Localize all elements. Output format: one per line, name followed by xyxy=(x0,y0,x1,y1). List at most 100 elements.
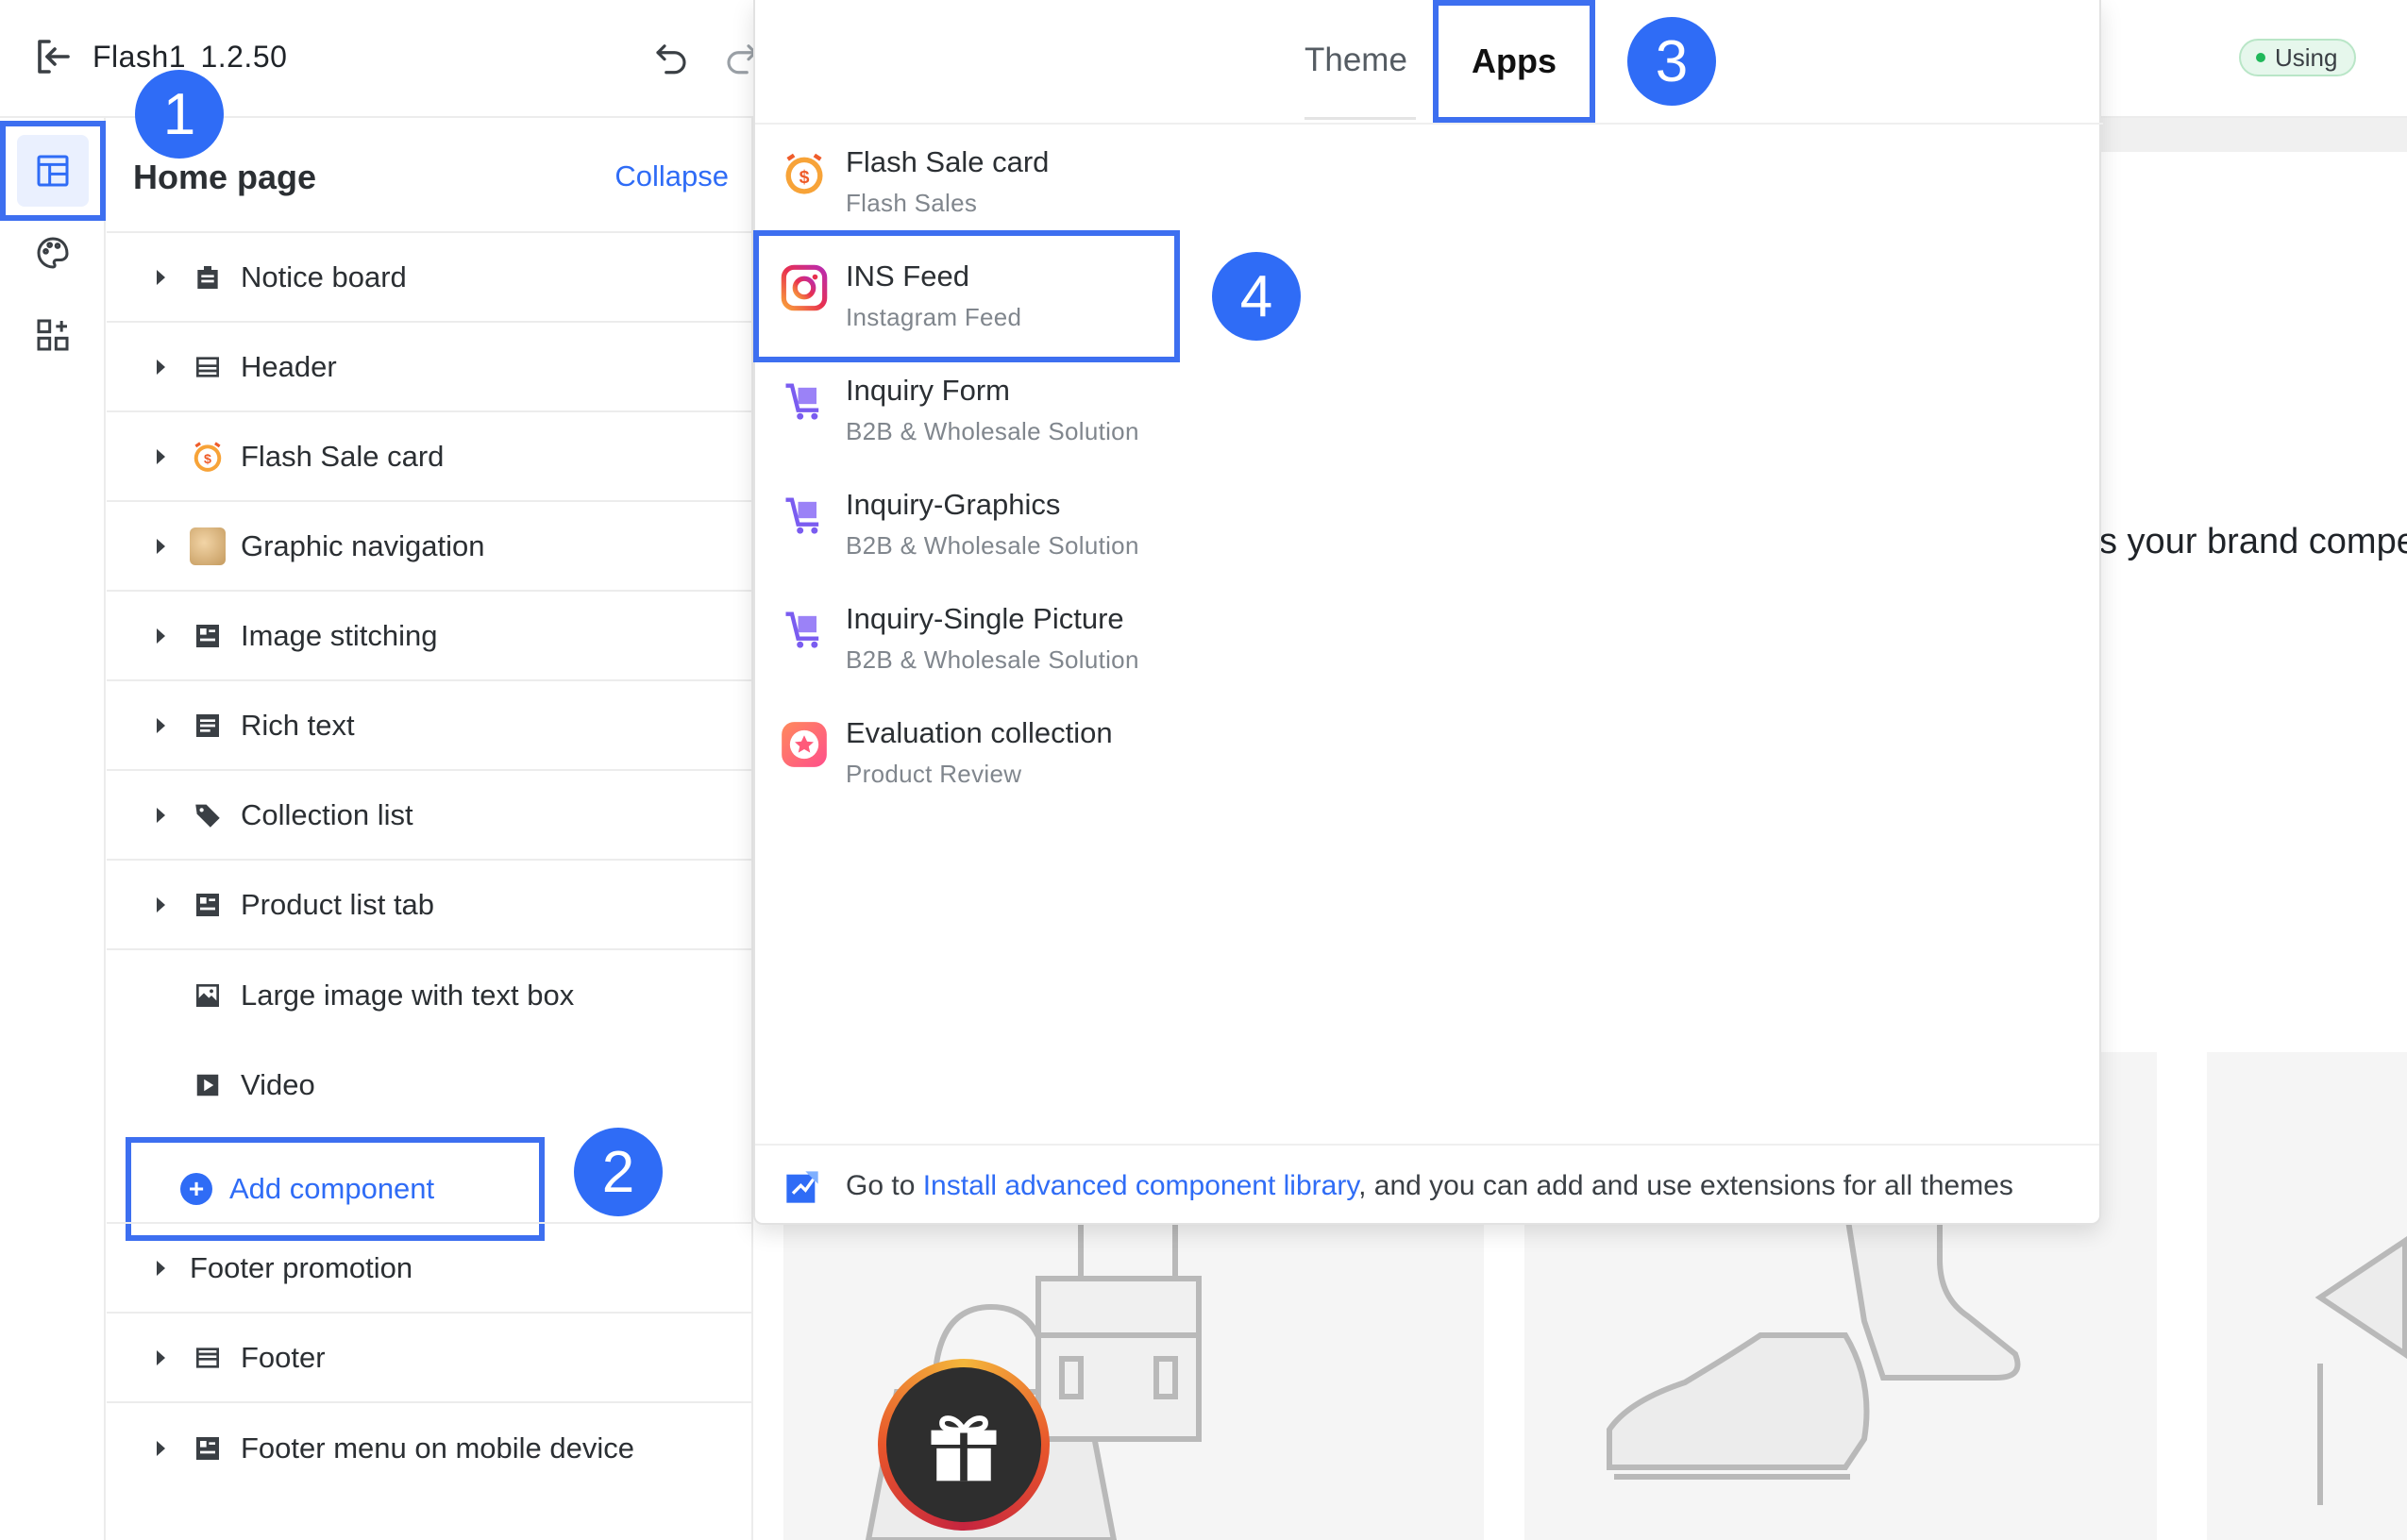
tab-theme[interactable]: Theme xyxy=(1304,42,1407,79)
component-row[interactable]: Footer menu on mobile device xyxy=(107,1403,753,1493)
component-row[interactable]: Header xyxy=(107,323,753,412)
app-item[interactable]: Evaluation collection Product Review xyxy=(755,695,1605,810)
component-label: Graphic navigation xyxy=(241,528,485,562)
caret-right-icon[interactable] xyxy=(157,628,165,644)
component-label: Product list tab xyxy=(241,887,435,921)
component-label: Flash Sale card xyxy=(241,439,445,473)
caret-right-icon[interactable] xyxy=(157,359,165,375)
callout-marker-2: 2 xyxy=(574,1128,663,1216)
app-name: Flash1 xyxy=(93,40,187,74)
app-name: Inquiry Form xyxy=(846,374,1010,407)
component-label: Large image with text box xyxy=(241,978,575,1012)
component-label: Collection list xyxy=(241,797,413,831)
app-source: B2B & Wholesale Solution xyxy=(846,417,1139,445)
svg-text:$: $ xyxy=(204,452,211,467)
caret-right-icon[interactable] xyxy=(157,717,165,733)
caret-right-icon[interactable] xyxy=(157,807,165,823)
undo-icon[interactable] xyxy=(651,38,691,77)
collapse-link[interactable]: Collapse xyxy=(614,159,729,193)
component-label: Image stitching xyxy=(241,618,438,652)
component-label: Footer promotion xyxy=(190,1250,413,1284)
palette-icon xyxy=(37,237,69,269)
footer-icon xyxy=(190,1340,226,1376)
app-source: Flash Sales xyxy=(846,189,978,217)
app-item[interactable]: Inquiry Form B2B & Wholesale Solution xyxy=(755,353,1605,467)
star-review-icon xyxy=(782,722,827,767)
component-row[interactable]: Rich text xyxy=(107,681,753,771)
caret-right-icon[interactable] xyxy=(157,1260,165,1276)
image-stitching-icon xyxy=(190,618,226,654)
rail-theme-button[interactable] xyxy=(17,217,89,289)
rail-highlight-box xyxy=(0,121,106,221)
footer-text: Go to Install advanced component library… xyxy=(846,1170,2013,1202)
callout-marker-4: 4 xyxy=(1212,252,1301,341)
app-item[interactable]: Inquiry-Single Picture B2B & Wholesale S… xyxy=(755,581,1605,695)
component-label: Footer xyxy=(241,1340,326,1374)
app-source: Product Review xyxy=(846,760,1022,788)
component-row[interactable]: Footer promotion xyxy=(107,1224,753,1314)
footer-menu-icon xyxy=(190,1431,226,1466)
caret-right-icon[interactable] xyxy=(157,1349,165,1365)
rail-apps-button[interactable] xyxy=(17,299,89,371)
component-row[interactable]: Product list tab xyxy=(107,861,753,950)
left-rail xyxy=(0,118,106,1540)
add-component-label: Add component xyxy=(229,1172,435,1205)
status-badge: Using xyxy=(2239,39,2357,76)
video-icon xyxy=(190,1067,226,1103)
collection-tag-icon xyxy=(190,797,226,833)
page-title: Home page xyxy=(133,158,317,196)
status-label: Using xyxy=(2275,42,2338,72)
rich-text-icon xyxy=(190,708,226,744)
callout-marker-3: 3 xyxy=(1627,17,1716,106)
caret-right-icon[interactable] xyxy=(157,896,165,912)
component-row[interactable]: Notice board xyxy=(107,233,753,323)
app-name: Inquiry-Graphics xyxy=(846,488,1061,521)
product-card[interactable] xyxy=(2207,1052,2407,1540)
component-panel: Home page Collapse Notice board Header $… xyxy=(107,118,753,1540)
cart-icon xyxy=(785,611,819,648)
app-name: Inquiry-Single Picture xyxy=(846,602,1124,635)
component-picker-dropdown: Theme Apps $ Flash Sale card Flash Sales… xyxy=(753,0,2103,1225)
caret-right-icon[interactable] xyxy=(157,448,165,464)
picker-tabs: Theme Apps xyxy=(755,0,2103,125)
component-label: Footer menu on mobile device xyxy=(241,1431,635,1465)
component-row[interactable]: Graphic navigation xyxy=(107,502,753,592)
component-row[interactable]: Image stitching xyxy=(107,592,753,681)
caret-right-icon[interactable] xyxy=(157,269,165,285)
product-list-icon xyxy=(190,887,226,923)
apps-add-icon xyxy=(37,319,69,351)
component-row[interactable]: Large image with text box xyxy=(107,950,753,1040)
cart-icon xyxy=(785,497,819,534)
tab-underline xyxy=(1304,117,1416,120)
gift-button[interactable] xyxy=(878,1359,1050,1531)
component-row[interactable]: Footer xyxy=(107,1314,753,1403)
notice-board-icon xyxy=(190,259,226,295)
lamp-illustration-icon xyxy=(2314,1236,2407,1505)
component-label: Header xyxy=(241,349,337,383)
component-row[interactable]: Video xyxy=(107,1040,753,1130)
caret-right-icon[interactable] xyxy=(157,1440,165,1456)
app-item[interactable]: Inquiry-Graphics B2B & Wholesale Solutio… xyxy=(755,467,1605,581)
gift-icon xyxy=(886,1367,1041,1522)
component-label: Video xyxy=(241,1067,315,1101)
plus-circle-icon: + xyxy=(180,1173,212,1205)
flash-sale-icon: $ xyxy=(190,439,226,475)
header-icon xyxy=(190,349,226,385)
cart-icon xyxy=(785,383,819,420)
footer-suffix: , and you can add and use extensions for… xyxy=(1358,1170,2013,1201)
component-row[interactable]: $ Flash Sale card xyxy=(107,412,753,502)
callout-marker-1: 1 xyxy=(135,70,224,159)
app-name: Evaluation collection xyxy=(846,716,1113,749)
exit-icon[interactable] xyxy=(30,34,76,79)
picker-footer: Go to Install advanced component library… xyxy=(755,1144,2099,1225)
app-source: B2B & Wholesale Solution xyxy=(846,645,1139,674)
install-library-link[interactable]: Install advanced component library xyxy=(923,1170,1358,1201)
app-name: Flash Sale card xyxy=(846,145,1050,178)
component-library-icon xyxy=(786,1171,818,1203)
app-item[interactable]: $ Flash Sale card Flash Sales xyxy=(755,125,1605,239)
tab-apps[interactable]: Apps xyxy=(1433,0,1595,123)
caret-right-icon[interactable] xyxy=(157,538,165,554)
preview-caption: s your brand compe xyxy=(2099,522,2407,561)
component-label: Notice board xyxy=(241,259,407,293)
component-row[interactable]: Collection list xyxy=(107,771,753,861)
